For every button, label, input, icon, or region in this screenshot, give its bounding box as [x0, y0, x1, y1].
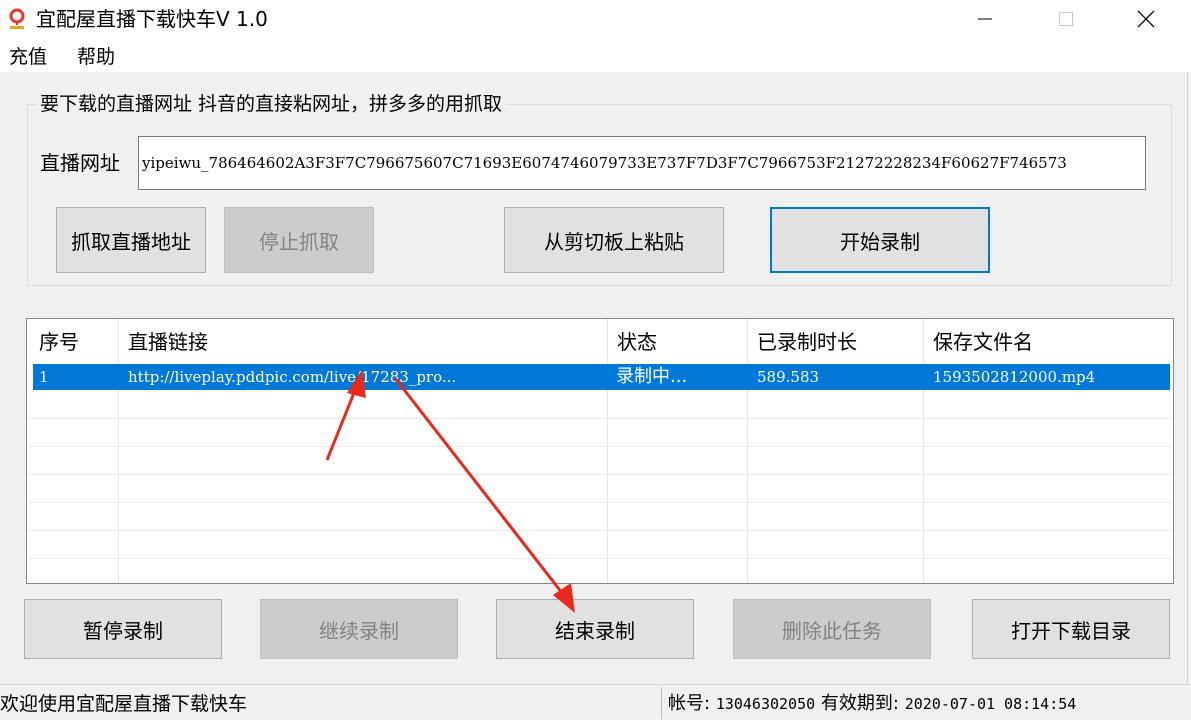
valid-until-label: 有效期到:	[820, 693, 899, 714]
account-number: 13046302050	[715, 695, 816, 713]
maximize-icon	[1059, 12, 1073, 26]
column-divider	[607, 319, 608, 583]
start-recording-button[interactable]: 开始录制	[770, 207, 990, 273]
close-button[interactable]	[1116, 0, 1176, 38]
cell-status: 录制中...	[616, 366, 688, 387]
welcome-text: 欢迎使用宜配屋直播下载快车	[0, 693, 248, 715]
valid-until-date: 2020-07-01 08:14:54	[904, 695, 1077, 713]
grab-live-url-button[interactable]: 抓取直播地址	[56, 207, 206, 273]
row-divider	[27, 474, 1173, 475]
row-divider	[27, 502, 1173, 503]
row-divider	[27, 530, 1173, 531]
minimize-button[interactable]	[955, 0, 1015, 38]
row-divider	[27, 418, 1173, 419]
cell-filename: 1593502812000.mp4	[933, 368, 1096, 386]
open-download-folder-button[interactable]: 打开下载目录	[972, 599, 1170, 659]
pause-recording-button[interactable]: 暂停录制	[24, 599, 222, 659]
column-header-url[interactable]: 直播链接	[128, 329, 208, 355]
account-label: 帐号:	[668, 693, 711, 714]
cell-url: http://liveplay.pddpic.com/live/17283_pr…	[128, 368, 457, 386]
window-edge	[1187, 72, 1191, 684]
column-divider	[118, 319, 119, 583]
row-divider	[27, 558, 1173, 559]
column-header-filename[interactable]: 保存文件名	[933, 329, 1033, 355]
menu-help[interactable]: 帮助	[77, 45, 115, 69]
resume-recording-button[interactable]: 继续录制	[260, 599, 458, 659]
status-bar: 欢迎使用宜配屋直播下载快车 帐号: 13046302050 有效期到: 2020…	[0, 684, 1191, 720]
minimize-icon	[978, 18, 992, 20]
column-divider	[747, 319, 748, 583]
row-divider	[27, 446, 1173, 447]
app-logo-icon	[8, 8, 26, 30]
status-separator	[661, 687, 662, 719]
task-list[interactable]: 序号 直播链接 状态 已录制时长 保存文件名 1 http://liveplay…	[26, 318, 1174, 584]
live-url-input[interactable]: yipeiwu_786464602A3F3F7C796675607C71693E…	[138, 136, 1146, 190]
delete-task-button[interactable]: 删除此任务	[733, 599, 931, 659]
column-header-duration[interactable]: 已录制时长	[757, 329, 857, 355]
column-header-status[interactable]: 状态	[617, 329, 657, 355]
end-recording-button[interactable]: 结束录制	[496, 599, 694, 659]
paste-clipboard-button[interactable]: 从剪切板上粘贴	[504, 207, 724, 273]
window-title: 宜配屋直播下载快车V 1.0	[36, 7, 268, 31]
menu-bar: 充值 帮助	[0, 38, 1191, 72]
group-legend: 要下载的直播网址 抖音的直接粘网址，拼多多的用抓取	[36, 92, 507, 116]
maximize-button[interactable]	[1036, 0, 1096, 38]
url-label: 直播网址	[40, 151, 120, 175]
stop-grab-button[interactable]: 停止抓取	[224, 207, 374, 273]
title-bar: 宜配屋直播下载快车V 1.0	[0, 0, 1191, 38]
column-header-index[interactable]: 序号	[39, 329, 79, 355]
cell-index: 1	[39, 368, 49, 386]
close-icon	[1137, 10, 1155, 28]
menu-recharge[interactable]: 充值	[9, 45, 47, 69]
account-info: 帐号: 13046302050 有效期到: 2020-07-01 08:14:5…	[668, 691, 1076, 717]
cell-duration: 589.583	[757, 368, 820, 386]
column-divider	[923, 319, 924, 583]
